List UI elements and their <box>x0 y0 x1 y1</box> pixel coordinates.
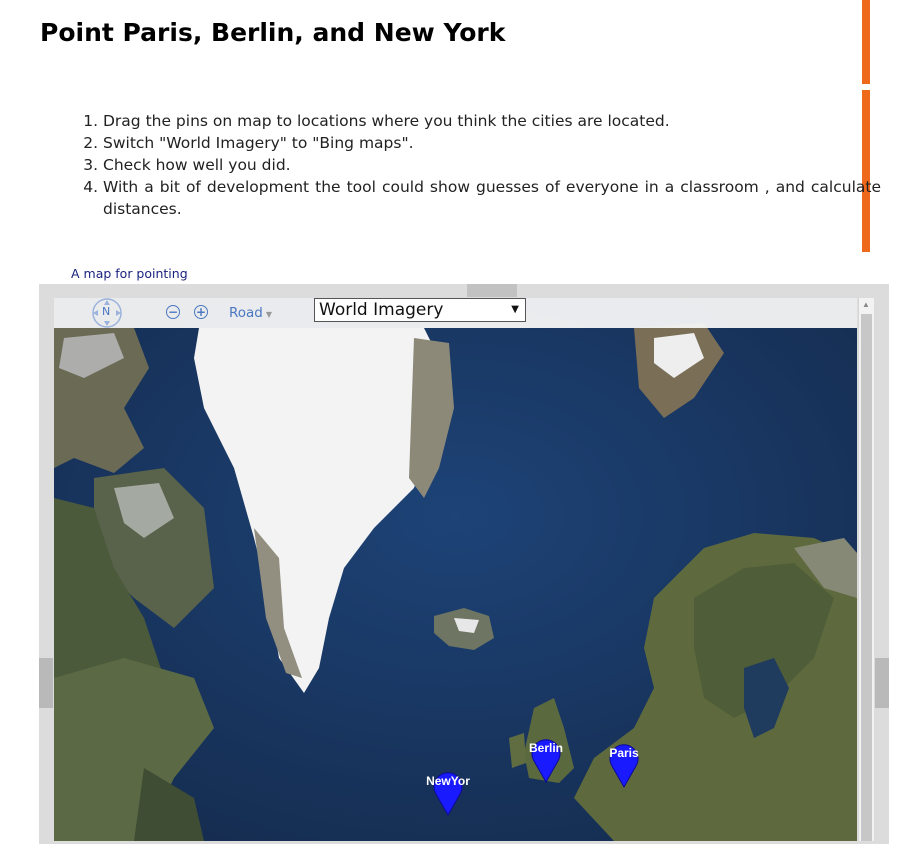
pin-label: Berlin <box>528 741 563 755</box>
road-layer-button[interactable]: Road ▼ <box>229 305 272 321</box>
scroll-up-icon[interactable]: ▲ <box>862 300 870 309</box>
zoom-out-icon[interactable]: − <box>166 305 180 319</box>
frame-left-handle[interactable] <box>39 658 53 708</box>
scroll-thumb[interactable] <box>861 314 872 841</box>
frame-right-handle[interactable] <box>875 658 889 708</box>
layer-select[interactable]: World Imagery ▼ <box>314 298 526 322</box>
map-toolbar: N − + Road ▼ World Imagery ▼ <box>54 298 857 328</box>
map-viewport[interactable]: N − + Road ▼ World Imagery ▼ NewYor Berli… <box>54 298 857 841</box>
satellite-map-image <box>54 298 857 841</box>
pin-label: NewYor <box>426 774 470 788</box>
page-title: Point Paris, Berlin, and New York <box>40 18 506 47</box>
accent-bar-top <box>862 0 870 84</box>
instruction-item: Check how well you did. <box>103 154 881 176</box>
dropdown-arrow-icon: ▼ <box>511 304 519 315</box>
pin-new-york[interactable]: NewYor <box>426 766 470 816</box>
compass-north-label: N <box>102 305 111 318</box>
instruction-item: With a bit of development the tool could… <box>103 176 881 220</box>
chevron-down-icon: ▼ <box>265 310 273 319</box>
frame-resize-handle[interactable] <box>467 284 517 297</box>
instruction-item: Switch "World Imagery" to "Bing maps". <box>103 132 881 154</box>
instruction-item: Drag the pins on map to locations where … <box>103 110 881 132</box>
pin-berlin[interactable]: Berlin <box>529 733 563 783</box>
pin-label: Paris <box>609 746 639 760</box>
pin-paris[interactable]: Paris <box>607 738 641 788</box>
map-caption: A map for pointing <box>71 266 188 281</box>
layer-select-value: World Imagery <box>319 300 444 320</box>
zoom-in-icon[interactable]: + <box>194 305 208 319</box>
map-scrollbar[interactable]: ▲ <box>858 298 874 841</box>
road-label: Road <box>229 305 263 321</box>
instruction-list: Drag the pins on map to locations where … <box>75 110 881 220</box>
